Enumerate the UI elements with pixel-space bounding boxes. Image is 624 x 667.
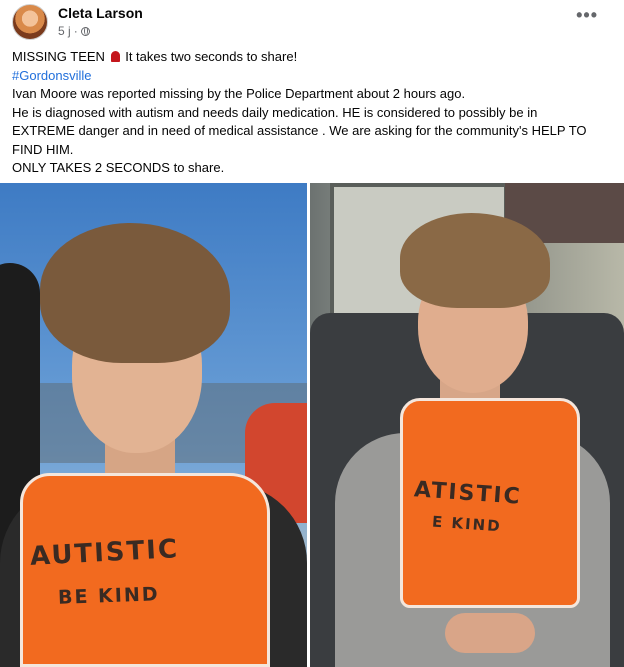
post-line: MISSING TEEN It takes two seconds to sha… [12, 48, 612, 67]
photo-grid: AUTISTIC BE KIND ATISTIC E KIND [0, 183, 624, 667]
more-options-button[interactable]: ••• [576, 6, 598, 24]
hashtag-link[interactable]: #Gordonsville [12, 68, 92, 83]
post-line: ONLY TAKES 2 SECONDS to share. [12, 160, 225, 175]
hair [40, 223, 230, 363]
post-text: MISSING TEEN It takes two seconds to sha… [12, 48, 612, 178]
photo-left[interactable]: AUTISTIC BE KIND [0, 183, 307, 667]
hair [400, 213, 550, 308]
hands [445, 613, 535, 653]
author-name[interactable]: Cleta Larson [58, 5, 143, 21]
post-line: Ivan Moore was reported missing by the P… [12, 86, 466, 101]
post-line: EXTREME danger and in need of medical as… [12, 123, 587, 138]
post-line-text: MISSING TEEN [12, 49, 105, 64]
globe-icon [80, 26, 90, 36]
post-line-text: It takes two seconds to share! [125, 49, 298, 64]
post-line: He is diagnosed with autism and needs da… [12, 104, 538, 120]
vest-label-line2: BE KIND [57, 583, 160, 609]
siren-icon [110, 51, 120, 62]
post-time[interactable]: 5 j [58, 24, 71, 38]
photo-right[interactable]: ATISTIC E KIND [310, 183, 624, 667]
post-line: FIND HIM. [12, 141, 74, 157]
post-header: Cleta Larson 5 j · ••• [12, 2, 612, 42]
post-meta: 5 j · [58, 24, 90, 38]
avatar[interactable] [12, 4, 48, 40]
meta-separator: · [73, 24, 78, 38]
